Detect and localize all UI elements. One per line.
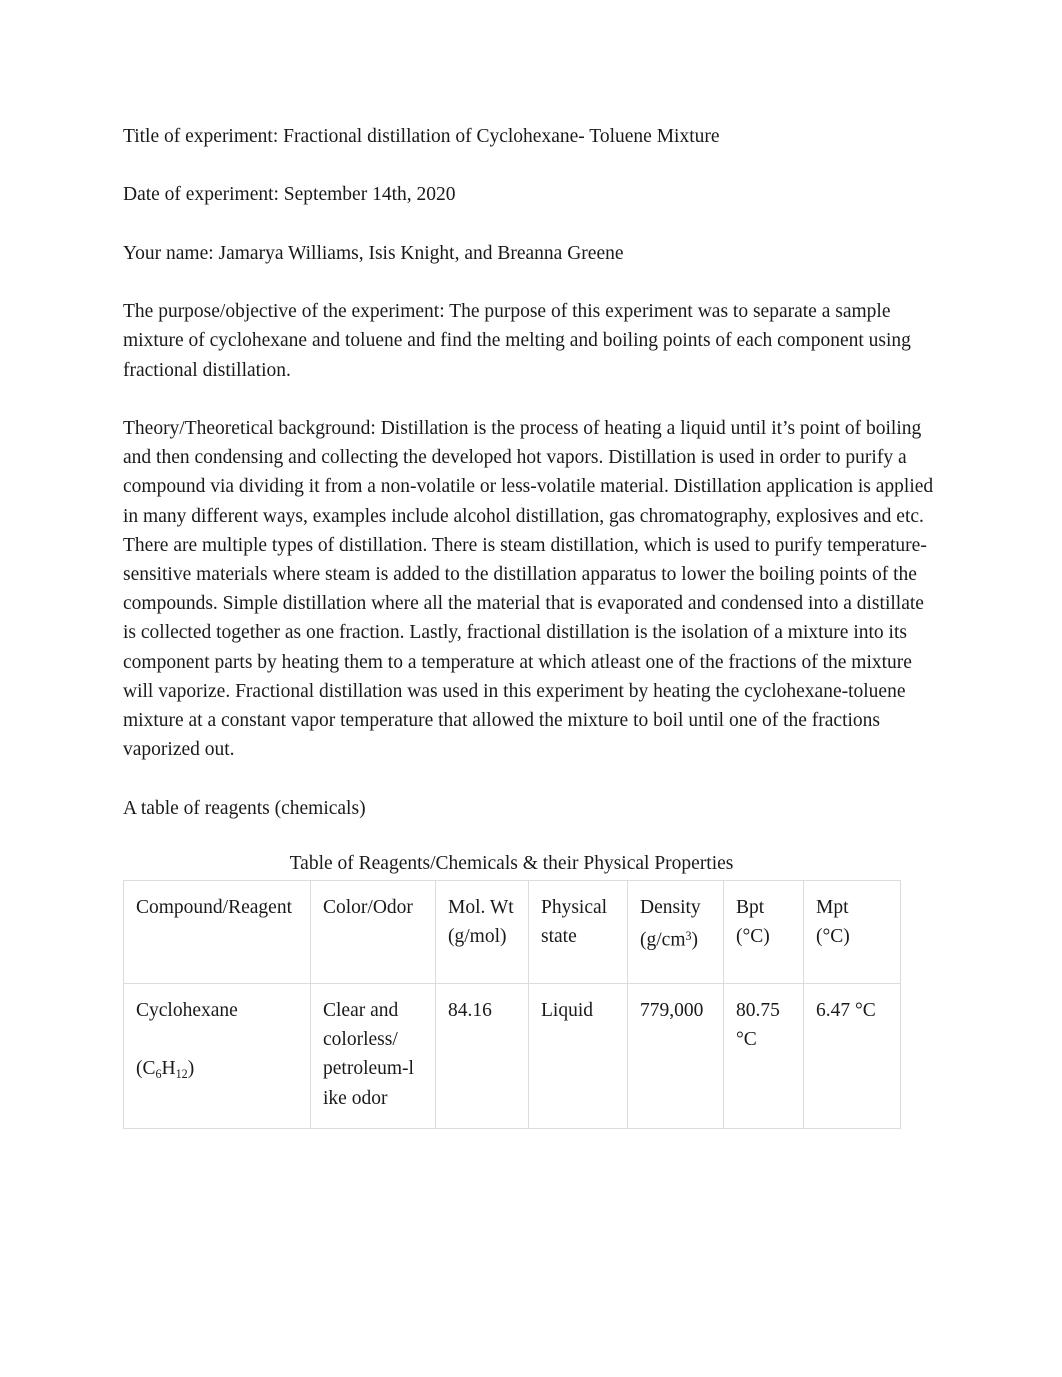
table-header-cell-physical-state: Physical state [528, 880, 628, 984]
color-odor-line: colorless/ [323, 1029, 398, 1051]
table-header-cell-compound: Compound/Reagent [123, 880, 311, 984]
table-cell-color-odor: Clear and colorless/ petroleum-l ike odo… [310, 983, 436, 1129]
date-of-experiment-line: Date of experiment: September 14th, 2020 [123, 184, 456, 206]
table-cell-compound: Cyclohexane (C6H12) [123, 983, 311, 1129]
compound-formula: (C6H12) [136, 1058, 195, 1082]
table-header-row: Compound/Reagent Color/Odor Mol. Wt (g/m… [123, 880, 901, 984]
header-text: Mol. Wt [448, 897, 514, 918]
table-header-cell-bpt: Bpt (°C) [723, 880, 804, 984]
header-text: Physical [541, 897, 608, 918]
superscript-three: 3 [685, 929, 692, 944]
table-caption: Table of Reagents/Chemicals & their Phys… [289, 852, 734, 874]
author-names-line: Your name: Jamarya Williams, Isis Knight… [123, 242, 624, 264]
document-page: Title of experiment: Fractional distilla… [0, 0, 1062, 1377]
table-row: Cyclohexane (C6H12) Clear and colorless/… [123, 983, 901, 1129]
reagents-table: Compound/Reagent Color/Odor Mol. Wt (g/m… [123, 880, 901, 1129]
subscript-six: 6 [155, 1067, 162, 1082]
header-text: Bpt [736, 897, 765, 918]
title-of-experiment-line: Title of experiment: Fractional distilla… [123, 126, 720, 147]
document-body: Title of experiment: Fractional distilla… [123, 122, 939, 1129]
header-text-unit: (g/cm3) [640, 929, 699, 951]
table-header-cell-mpt: Mpt (°C) [803, 880, 901, 984]
table-cell-bpt: 80.75 °C [723, 983, 804, 1129]
header-text-unit: (°C) [816, 926, 850, 948]
header-text: Mpt [816, 897, 849, 918]
color-odor-line: ike odor [323, 1087, 388, 1109]
header-text: Density [640, 897, 701, 918]
header-text-unit: (g/mol) [448, 926, 507, 948]
header-text-unit: state [541, 926, 577, 948]
theory-paragraph: Theory/Theoretical background: Distillat… [123, 417, 934, 761]
header-text-unit: (°C) [736, 926, 770, 948]
table-header-cell-mol-wt: Mol. Wt (g/mol) [435, 880, 529, 984]
table-cell-physical-state: Liquid [528, 983, 628, 1129]
color-odor-line: petroleum-l [323, 1058, 414, 1080]
table-cell-density: 779,000 [627, 983, 724, 1129]
subscript-twelve: 12 [175, 1067, 188, 1082]
table-header-cell-density: Density (g/cm3) [627, 880, 724, 984]
table-cell-mol-wt: 84.16 [435, 983, 529, 1129]
table-header-cell-color-odor: Color/Odor [310, 880, 436, 984]
compound-name: Cyclohexane [136, 1000, 238, 1021]
table-cell-mpt: 6.47 °C [803, 983, 901, 1129]
header-text: Color/Odor [323, 897, 413, 918]
purpose-paragraph: The purpose/objective of the experiment:… [123, 301, 911, 381]
color-odor-line: Clear and [323, 1000, 399, 1021]
reagents-table-intro: A table of reagents (chemicals) [123, 797, 366, 819]
header-text: Compound/Reagent [136, 897, 292, 918]
